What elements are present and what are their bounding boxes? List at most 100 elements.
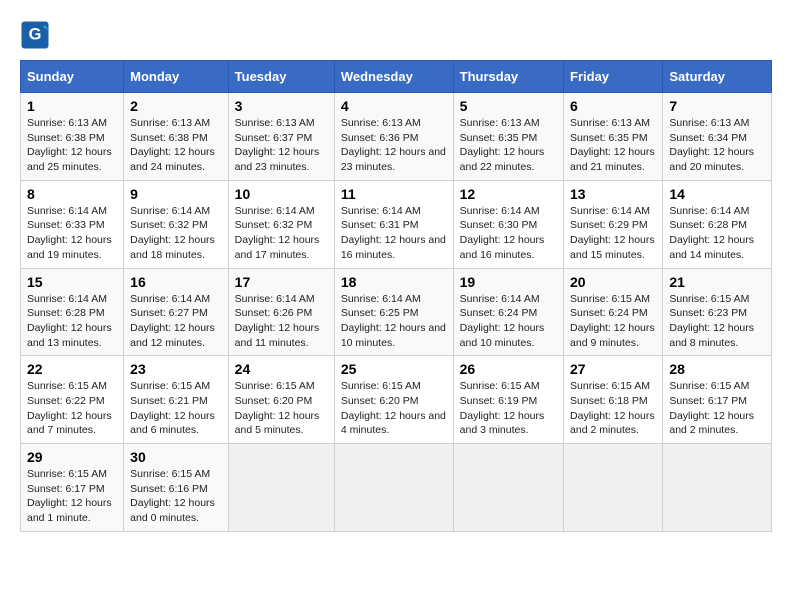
day-number: 18 bbox=[341, 274, 447, 290]
day-number: 9 bbox=[130, 186, 222, 202]
week-row-4: 22 Sunrise: 6:15 AMSunset: 6:22 PMDaylig… bbox=[21, 356, 772, 444]
day-info: Sunrise: 6:15 AMSunset: 6:21 PMDaylight:… bbox=[130, 380, 215, 436]
calendar-cell: 10 Sunrise: 6:14 AMSunset: 6:32 PMDaylig… bbox=[228, 180, 334, 268]
day-info: Sunrise: 6:14 AMSunset: 6:33 PMDaylight:… bbox=[27, 205, 112, 261]
day-info: Sunrise: 6:14 AMSunset: 6:25 PMDaylight:… bbox=[341, 293, 446, 349]
calendar-cell: 20 Sunrise: 6:15 AMSunset: 6:24 PMDaylig… bbox=[564, 268, 663, 356]
day-info: Sunrise: 6:14 AMSunset: 6:32 PMDaylight:… bbox=[235, 205, 320, 261]
day-info: Sunrise: 6:14 AMSunset: 6:29 PMDaylight:… bbox=[570, 205, 655, 261]
day-header-saturday: Saturday bbox=[663, 61, 772, 93]
day-info: Sunrise: 6:14 AMSunset: 6:26 PMDaylight:… bbox=[235, 293, 320, 349]
day-number: 11 bbox=[341, 186, 447, 202]
calendar-cell: 14 Sunrise: 6:14 AMSunset: 6:28 PMDaylig… bbox=[663, 180, 772, 268]
day-number: 29 bbox=[27, 449, 117, 465]
calendar-cell: 16 Sunrise: 6:14 AMSunset: 6:27 PMDaylig… bbox=[124, 268, 229, 356]
day-number: 7 bbox=[669, 98, 765, 114]
day-number: 4 bbox=[341, 98, 447, 114]
calendar-cell: 25 Sunrise: 6:15 AMSunset: 6:20 PMDaylig… bbox=[334, 356, 453, 444]
logo-icon: G bbox=[20, 20, 50, 50]
day-number: 28 bbox=[669, 361, 765, 377]
day-number: 14 bbox=[669, 186, 765, 202]
day-number: 10 bbox=[235, 186, 328, 202]
day-info: Sunrise: 6:14 AMSunset: 6:28 PMDaylight:… bbox=[27, 293, 112, 349]
day-number: 20 bbox=[570, 274, 656, 290]
day-number: 25 bbox=[341, 361, 447, 377]
calendar-cell: 29 Sunrise: 6:15 AMSunset: 6:17 PMDaylig… bbox=[21, 444, 124, 532]
day-number: 27 bbox=[570, 361, 656, 377]
calendar-body: 1 Sunrise: 6:13 AMSunset: 6:38 PMDayligh… bbox=[21, 93, 772, 532]
calendar-cell: 26 Sunrise: 6:15 AMSunset: 6:19 PMDaylig… bbox=[453, 356, 563, 444]
calendar-cell bbox=[564, 444, 663, 532]
day-info: Sunrise: 6:13 AMSunset: 6:34 PMDaylight:… bbox=[669, 117, 754, 173]
day-info: Sunrise: 6:14 AMSunset: 6:27 PMDaylight:… bbox=[130, 293, 215, 349]
day-header-wednesday: Wednesday bbox=[334, 61, 453, 93]
calendar-cell bbox=[334, 444, 453, 532]
day-number: 1 bbox=[27, 98, 117, 114]
calendar-cell: 3 Sunrise: 6:13 AMSunset: 6:37 PMDayligh… bbox=[228, 93, 334, 181]
day-number: 6 bbox=[570, 98, 656, 114]
week-row-5: 29 Sunrise: 6:15 AMSunset: 6:17 PMDaylig… bbox=[21, 444, 772, 532]
calendar-cell: 30 Sunrise: 6:15 AMSunset: 6:16 PMDaylig… bbox=[124, 444, 229, 532]
day-info: Sunrise: 6:14 AMSunset: 6:31 PMDaylight:… bbox=[341, 205, 446, 261]
calendar-cell: 21 Sunrise: 6:15 AMSunset: 6:23 PMDaylig… bbox=[663, 268, 772, 356]
calendar-cell: 17 Sunrise: 6:14 AMSunset: 6:26 PMDaylig… bbox=[228, 268, 334, 356]
day-info: Sunrise: 6:15 AMSunset: 6:22 PMDaylight:… bbox=[27, 380, 112, 436]
day-number: 12 bbox=[460, 186, 557, 202]
day-info: Sunrise: 6:15 AMSunset: 6:20 PMDaylight:… bbox=[235, 380, 320, 436]
calendar-cell: 22 Sunrise: 6:15 AMSunset: 6:22 PMDaylig… bbox=[21, 356, 124, 444]
day-number: 24 bbox=[235, 361, 328, 377]
calendar-cell: 28 Sunrise: 6:15 AMSunset: 6:17 PMDaylig… bbox=[663, 356, 772, 444]
calendar-cell: 12 Sunrise: 6:14 AMSunset: 6:30 PMDaylig… bbox=[453, 180, 563, 268]
calendar-cell: 13 Sunrise: 6:14 AMSunset: 6:29 PMDaylig… bbox=[564, 180, 663, 268]
day-info: Sunrise: 6:15 AMSunset: 6:16 PMDaylight:… bbox=[130, 468, 215, 524]
day-info: Sunrise: 6:13 AMSunset: 6:35 PMDaylight:… bbox=[570, 117, 655, 173]
day-number: 8 bbox=[27, 186, 117, 202]
calendar-cell bbox=[228, 444, 334, 532]
day-number: 13 bbox=[570, 186, 656, 202]
calendar-cell: 9 Sunrise: 6:14 AMSunset: 6:32 PMDayligh… bbox=[124, 180, 229, 268]
calendar-table: SundayMondayTuesdayWednesdayThursdayFrid… bbox=[20, 60, 772, 532]
day-info: Sunrise: 6:14 AMSunset: 6:28 PMDaylight:… bbox=[669, 205, 754, 261]
day-number: 19 bbox=[460, 274, 557, 290]
calendar-cell: 27 Sunrise: 6:15 AMSunset: 6:18 PMDaylig… bbox=[564, 356, 663, 444]
week-row-1: 1 Sunrise: 6:13 AMSunset: 6:38 PMDayligh… bbox=[21, 93, 772, 181]
day-info: Sunrise: 6:13 AMSunset: 6:37 PMDaylight:… bbox=[235, 117, 320, 173]
day-number: 5 bbox=[460, 98, 557, 114]
day-number: 23 bbox=[130, 361, 222, 377]
calendar-cell: 2 Sunrise: 6:13 AMSunset: 6:38 PMDayligh… bbox=[124, 93, 229, 181]
calendar-cell bbox=[663, 444, 772, 532]
day-info: Sunrise: 6:15 AMSunset: 6:20 PMDaylight:… bbox=[341, 380, 446, 436]
logo: G bbox=[20, 20, 54, 50]
day-info: Sunrise: 6:14 AMSunset: 6:30 PMDaylight:… bbox=[460, 205, 545, 261]
day-number: 15 bbox=[27, 274, 117, 290]
calendar-cell: 18 Sunrise: 6:14 AMSunset: 6:25 PMDaylig… bbox=[334, 268, 453, 356]
day-info: Sunrise: 6:13 AMSunset: 6:38 PMDaylight:… bbox=[130, 117, 215, 173]
calendar-cell: 8 Sunrise: 6:14 AMSunset: 6:33 PMDayligh… bbox=[21, 180, 124, 268]
day-number: 26 bbox=[460, 361, 557, 377]
calendar-cell: 23 Sunrise: 6:15 AMSunset: 6:21 PMDaylig… bbox=[124, 356, 229, 444]
day-header-sunday: Sunday bbox=[21, 61, 124, 93]
week-row-3: 15 Sunrise: 6:14 AMSunset: 6:28 PMDaylig… bbox=[21, 268, 772, 356]
day-number: 30 bbox=[130, 449, 222, 465]
calendar-header-row: SundayMondayTuesdayWednesdayThursdayFrid… bbox=[21, 61, 772, 93]
calendar-cell: 4 Sunrise: 6:13 AMSunset: 6:36 PMDayligh… bbox=[334, 93, 453, 181]
day-info: Sunrise: 6:15 AMSunset: 6:19 PMDaylight:… bbox=[460, 380, 545, 436]
day-info: Sunrise: 6:15 AMSunset: 6:17 PMDaylight:… bbox=[27, 468, 112, 524]
day-info: Sunrise: 6:15 AMSunset: 6:17 PMDaylight:… bbox=[669, 380, 754, 436]
calendar-cell: 5 Sunrise: 6:13 AMSunset: 6:35 PMDayligh… bbox=[453, 93, 563, 181]
day-header-thursday: Thursday bbox=[453, 61, 563, 93]
day-number: 16 bbox=[130, 274, 222, 290]
week-row-2: 8 Sunrise: 6:14 AMSunset: 6:33 PMDayligh… bbox=[21, 180, 772, 268]
calendar-cell bbox=[453, 444, 563, 532]
calendar-cell: 19 Sunrise: 6:14 AMSunset: 6:24 PMDaylig… bbox=[453, 268, 563, 356]
day-info: Sunrise: 6:13 AMSunset: 6:38 PMDaylight:… bbox=[27, 117, 112, 173]
day-header-friday: Friday bbox=[564, 61, 663, 93]
day-info: Sunrise: 6:15 AMSunset: 6:23 PMDaylight:… bbox=[669, 293, 754, 349]
day-info: Sunrise: 6:15 AMSunset: 6:18 PMDaylight:… bbox=[570, 380, 655, 436]
calendar-cell: 24 Sunrise: 6:15 AMSunset: 6:20 PMDaylig… bbox=[228, 356, 334, 444]
day-number: 22 bbox=[27, 361, 117, 377]
day-info: Sunrise: 6:14 AMSunset: 6:32 PMDaylight:… bbox=[130, 205, 215, 261]
calendar-cell: 15 Sunrise: 6:14 AMSunset: 6:28 PMDaylig… bbox=[21, 268, 124, 356]
calendar-cell: 1 Sunrise: 6:13 AMSunset: 6:38 PMDayligh… bbox=[21, 93, 124, 181]
day-number: 3 bbox=[235, 98, 328, 114]
